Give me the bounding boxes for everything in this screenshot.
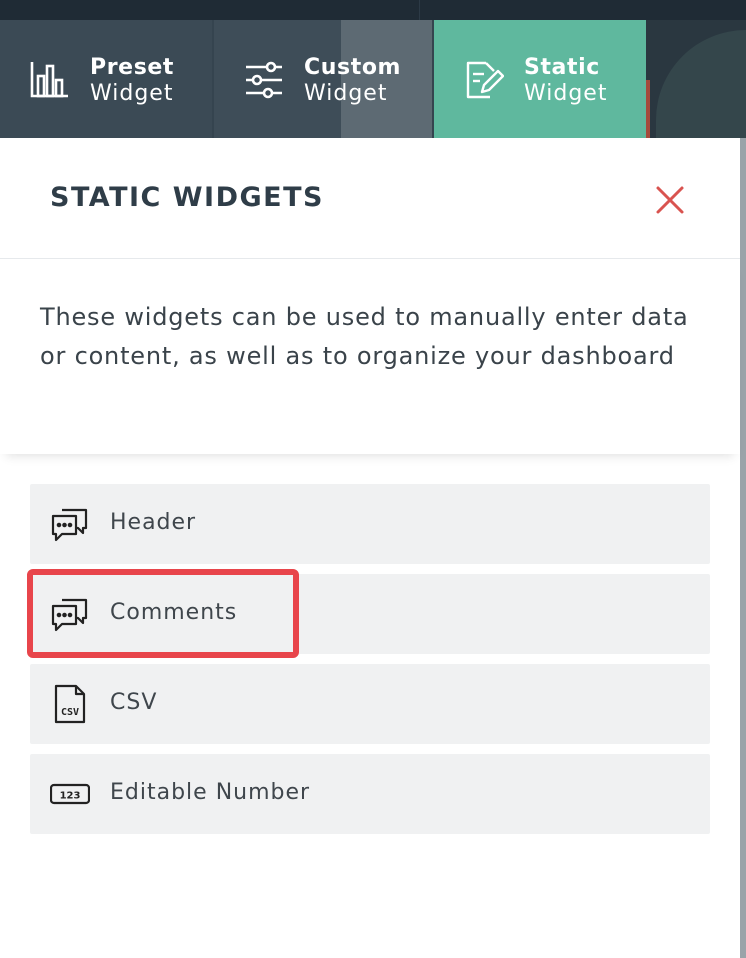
tab-label: Static Widget <box>524 55 607 107</box>
widget-item-header[interactable]: Header <box>30 484 710 564</box>
tab-label-line1: Custom <box>304 55 402 80</box>
panel-description: These widgets can be used to manually en… <box>40 303 689 370</box>
panel-edge <box>740 138 746 958</box>
bar-chart-icon <box>30 62 68 98</box>
number-badge-icon: 123 <box>50 783 90 805</box>
number-icon-text: 123 <box>60 791 81 802</box>
tab-label-line1: Static <box>524 55 600 80</box>
close-icon[interactable] <box>650 180 690 220</box>
background-dashboard-edge <box>646 20 746 138</box>
csv-file-icon: CSV <box>54 684 86 724</box>
static-widgets-panel: STATIC WIDGETS These widgets can be used… <box>0 138 740 958</box>
top-strip <box>0 0 746 20</box>
tab-preset-widget[interactable]: Preset Widget <box>0 20 212 138</box>
background-red-accent <box>646 80 650 138</box>
top-strip-divider <box>419 0 420 20</box>
widget-item-editable-number[interactable]: 123 Editable Number <box>30 754 710 834</box>
sliders-icon <box>246 61 282 99</box>
csv-icon-text: CSV <box>61 707 79 718</box>
description-section: These widgets can be used to manually en… <box>0 259 740 454</box>
tab-label-line1: Preset <box>90 55 175 80</box>
tab-label-line2: Widget <box>90 81 174 106</box>
chat-bubbles-icon <box>51 508 88 542</box>
widget-item-csv[interactable]: CSV CSV <box>30 664 710 744</box>
tab-label-line2: Widget <box>524 81 608 106</box>
widget-item-label: Header <box>110 510 197 535</box>
panel-title: STATIC WIDGETS <box>50 182 324 213</box>
tab-label: Preset Widget <box>90 55 174 107</box>
widget-item-label: Comments <box>110 600 238 625</box>
background-accent-shape <box>656 30 746 138</box>
edit-document-icon <box>466 61 504 99</box>
tab-static-widget[interactable]: Static Widget <box>434 20 646 138</box>
widget-item-label: Editable Number <box>110 780 311 805</box>
widget-item-label: CSV <box>110 690 158 715</box>
tab-label-line2: Widget <box>304 81 388 106</box>
tab-custom-widget[interactable]: Custom Widget <box>214 20 432 138</box>
widget-item-comments[interactable]: Comments <box>30 574 710 654</box>
widget-tab-bar: Preset Widget Custom Widget Static Widge… <box>0 20 746 138</box>
chat-bubbles-icon <box>51 598 88 632</box>
tab-label: Custom Widget <box>304 55 401 107</box>
panel-header: STATIC WIDGETS <box>0 138 740 259</box>
